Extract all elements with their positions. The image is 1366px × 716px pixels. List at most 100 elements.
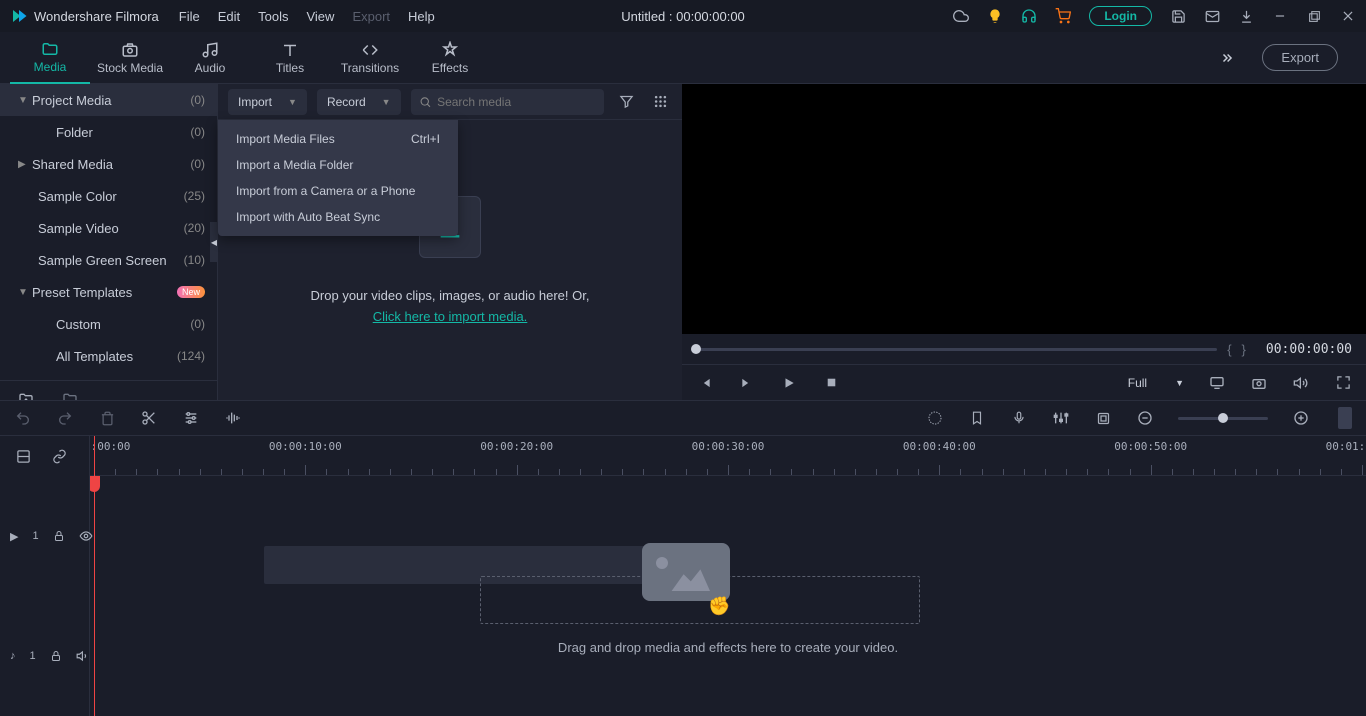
playhead[interactable]: [94, 436, 95, 716]
link-icon[interactable]: [50, 447, 68, 465]
sidebar-folder[interactable]: Folder (0): [0, 116, 217, 148]
audio-track-icon: ♪: [10, 650, 16, 662]
prev-frame-icon[interactable]: [696, 374, 714, 392]
zoom-out-icon[interactable]: [1136, 409, 1154, 427]
tab-effects[interactable]: Effects: [410, 32, 490, 84]
menu-view[interactable]: View: [306, 9, 334, 24]
media-panel: ◀ Import ▼ Record ▼ Import Media Files C…: [218, 84, 682, 400]
seek-handle[interactable]: [691, 344, 701, 354]
lock-icon[interactable]: [50, 650, 62, 662]
sidebar-sample-video[interactable]: Sample Video (20): [0, 212, 217, 244]
add-folder-icon[interactable]: [18, 391, 34, 401]
close-icon[interactable]: [1340, 8, 1356, 24]
render-icon[interactable]: [926, 409, 944, 427]
grid-view-icon[interactable]: [648, 90, 672, 114]
adjust-icon[interactable]: [182, 409, 200, 427]
import-camera-phone[interactable]: Import from a Camera or a Phone: [218, 178, 458, 204]
tab-transitions[interactable]: Transitions: [330, 32, 410, 84]
import-media-link[interactable]: Click here to import media.: [373, 309, 528, 324]
menu-tools[interactable]: Tools: [258, 9, 288, 24]
crop-icon[interactable]: [1094, 409, 1112, 427]
mixer-icon[interactable]: [1052, 409, 1070, 427]
music-icon: [201, 41, 219, 59]
lock-icon[interactable]: [53, 530, 65, 542]
split-icon[interactable]: [140, 409, 158, 427]
delete-icon[interactable]: [98, 409, 116, 427]
audio-track-header[interactable]: ♪ 1: [0, 596, 89, 716]
speaker-icon[interactable]: [76, 649, 90, 663]
menu-file[interactable]: File: [179, 9, 200, 24]
timeline: ▶ 1 ♪ 1 00:00:00:0000:00:10:0000:00:20:0…: [0, 436, 1366, 716]
media-toolbar: Import ▼ Record ▼: [218, 84, 682, 120]
new-badge: New: [177, 286, 205, 298]
cart-icon[interactable]: [1055, 8, 1071, 24]
marker-icon[interactable]: [968, 409, 986, 427]
folder-icon: [41, 40, 59, 58]
timeline-toolbar: [0, 400, 1366, 436]
playhead-handle[interactable]: [90, 476, 100, 492]
tab-titles[interactable]: Titles: [250, 32, 330, 84]
sidebar-shared-media[interactable]: ▶ Shared Media (0): [0, 148, 217, 180]
volume-icon[interactable]: [1292, 374, 1310, 392]
collapse-handle-icon[interactable]: ◀: [210, 222, 218, 262]
search-input[interactable]: [437, 95, 596, 109]
tab-media[interactable]: Media: [10, 32, 90, 84]
redo-icon[interactable]: [56, 409, 74, 427]
sidebar-custom[interactable]: Custom (0): [0, 308, 217, 340]
display-icon[interactable]: [1208, 374, 1226, 392]
filter-icon[interactable]: [614, 90, 638, 114]
next-frame-icon[interactable]: [738, 374, 756, 392]
sidebar-project-media[interactable]: ▼ Project Media (0): [0, 84, 217, 116]
chevron-down-icon: ▼: [1175, 378, 1184, 388]
snapshot-icon[interactable]: [1250, 374, 1268, 392]
fullscreen-icon[interactable]: [1334, 374, 1352, 392]
mail-icon[interactable]: [1204, 8, 1220, 24]
save-icon[interactable]: [1170, 8, 1186, 24]
minimize-icon[interactable]: [1272, 8, 1288, 24]
tab-stock-media[interactable]: Stock Media: [90, 32, 170, 84]
zoom-in-icon[interactable]: [1292, 409, 1310, 427]
import-media-files[interactable]: Import Media Files Ctrl+I: [218, 126, 458, 152]
download-icon[interactable]: [1238, 8, 1254, 24]
zoom-slider[interactable]: [1178, 417, 1268, 420]
zoom-handle[interactable]: [1218, 413, 1228, 423]
lightbulb-icon[interactable]: [987, 8, 1003, 24]
open-folder-icon[interactable]: [62, 391, 78, 401]
import-media-folder[interactable]: Import a Media Folder: [218, 152, 458, 178]
tab-audio[interactable]: Audio: [170, 32, 250, 84]
zoom-fit-icon[interactable]: [1338, 407, 1352, 429]
login-button[interactable]: Login: [1089, 6, 1152, 26]
mic-icon[interactable]: [1010, 409, 1028, 427]
menu-edit[interactable]: Edit: [218, 9, 240, 24]
menu-help[interactable]: Help: [408, 9, 435, 24]
more-tabs-icon[interactable]: [1212, 51, 1242, 65]
track-manage-icon[interactable]: [14, 447, 32, 465]
import-dropdown[interactable]: Import ▼: [228, 89, 307, 115]
import-auto-beat-sync[interactable]: Import with Auto Beat Sync: [218, 204, 458, 230]
undo-icon[interactable]: [14, 409, 32, 427]
record-dropdown[interactable]: Record ▼: [317, 89, 401, 115]
headphones-icon[interactable]: [1021, 8, 1037, 24]
sidebar-sample-green[interactable]: Sample Green Screen (10): [0, 244, 217, 276]
timeline-ruler[interactable]: 00:00:00:0000:00:10:0000:00:20:0000:00:3…: [90, 436, 1366, 476]
import-menu: Import Media Files Ctrl+I Import a Media…: [218, 120, 458, 236]
export-button[interactable]: Export: [1262, 44, 1338, 71]
search-icon: [419, 95, 432, 109]
sidebar-preset-templates[interactable]: ▼ Preset Templates New: [0, 276, 217, 308]
preview-timecode: 00:00:00:00: [1266, 342, 1352, 357]
sidebar-sample-color[interactable]: Sample Color (25): [0, 180, 217, 212]
play-icon[interactable]: [780, 374, 798, 392]
sidebar-all-templates[interactable]: All Templates (124): [0, 340, 217, 372]
seek-track[interactable]: [696, 348, 1217, 351]
marker-braces[interactable]: {}: [1227, 342, 1256, 357]
preview-quality-dropdown[interactable]: Full ▼: [1128, 376, 1184, 390]
drop-text: Drop your video clips, images, or audio …: [311, 288, 590, 303]
stop-icon[interactable]: [822, 374, 840, 392]
video-track-header[interactable]: ▶ 1: [0, 476, 89, 596]
audio-wave-icon[interactable]: [224, 409, 242, 427]
maximize-icon[interactable]: [1306, 8, 1322, 24]
timeline-tracks-area[interactable]: 00:00:00:0000:00:10:0000:00:20:0000:00:3…: [90, 436, 1366, 716]
preview-canvas[interactable]: [682, 84, 1366, 334]
search-box[interactable]: [411, 89, 604, 115]
cloud-icon[interactable]: [953, 8, 969, 24]
